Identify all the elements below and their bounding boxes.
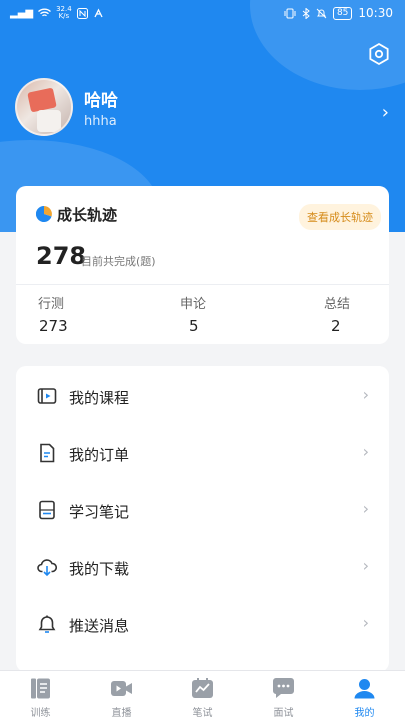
menu-label: 推送消息 — [69, 617, 130, 635]
bottom-tab-bar: 训练 直播 笔试 面试 我的 — [0, 670, 405, 720]
network-speed: 32.4 K/s — [56, 5, 72, 20]
chevron-right-icon: › — [362, 385, 369, 404]
menu-label: 我的下载 — [69, 560, 130, 578]
notes-icon — [39, 500, 55, 520]
chevron-right-icon: › — [362, 442, 369, 461]
settings-icon[interactable] — [367, 42, 391, 66]
tab-label: 训练 — [30, 708, 51, 719]
chevron-right-icon: › — [362, 613, 369, 632]
clock: 10:30 — [358, 6, 393, 20]
battery-indicator: 85 — [332, 6, 353, 20]
menu-item-push-messages[interactable]: 推送消息 › — [16, 595, 389, 652]
tab-written-exam[interactable]: 笔试 — [162, 671, 243, 720]
total-completed: 278 — [36, 242, 87, 270]
stat-label-xingce: 行测 — [38, 297, 65, 312]
nfc-icon — [76, 7, 88, 19]
menu-item-study-notes[interactable]: 学习笔记 › — [16, 481, 389, 538]
divider — [16, 284, 389, 285]
tab-label: 面试 — [273, 708, 294, 719]
menu-label: 学习笔记 — [69, 503, 130, 521]
order-icon — [40, 443, 55, 463]
stat-label-shenlun: 申论 — [180, 297, 207, 312]
total-completed-label: 目前共完成(题) — [81, 255, 156, 268]
tab-live[interactable]: 直播 — [81, 671, 162, 720]
vibrate-icon — [284, 8, 296, 18]
tab-label: 我的 — [354, 708, 375, 719]
growth-title: 成长轨迹 — [57, 206, 118, 224]
written-exam-icon — [192, 678, 213, 698]
user-name: 哈哈 — [84, 91, 118, 111]
stat-value-shenlun: 5 — [189, 317, 199, 335]
menu-card: 我的课程 › 我的订单 › 学习笔记 › 我的下载 › 推送消息 › — [16, 366, 389, 672]
stat-value-xingce: 273 — [39, 317, 68, 335]
profile-icon — [354, 679, 375, 699]
menu-label: 我的课程 — [69, 389, 130, 407]
tab-training[interactable]: 训练 — [0, 671, 81, 720]
profile-chevron-right-icon[interactable]: › — [382, 102, 389, 123]
course-icon — [37, 388, 57, 404]
menu-label: 我的订单 — [69, 446, 130, 464]
signal-icon: ▂▄▆ — [10, 7, 34, 19]
status-bar: ▂▄▆ 32.4 K/s 85 10:30 — [0, 0, 405, 26]
mute-icon — [316, 8, 327, 18]
user-id: hhha — [84, 114, 117, 129]
live-icon — [111, 681, 132, 696]
avatar[interactable] — [15, 78, 73, 136]
stat-value-summary: 2 — [331, 317, 341, 335]
bluetooth-icon — [302, 7, 310, 19]
download-icon — [37, 559, 57, 577]
growth-card: 成长轨迹 查看成长轨迹 278 目前共完成(题) 行测 273 申论 5 总结 … — [16, 186, 389, 344]
interview-icon — [273, 678, 294, 698]
bell-icon — [38, 615, 56, 633]
chevron-right-icon: › — [362, 556, 369, 575]
pie-chart-icon — [36, 206, 52, 222]
view-growth-button[interactable]: 查看成长轨迹 — [299, 204, 381, 230]
menu-item-my-orders[interactable]: 我的订单 › — [16, 424, 389, 481]
chevron-right-icon: › — [362, 499, 369, 518]
tab-label: 直播 — [111, 708, 132, 719]
menu-item-my-courses[interactable]: 我的课程 › — [16, 367, 389, 424]
training-icon — [31, 678, 50, 699]
stat-label-summary: 总结 — [324, 297, 351, 312]
app-notification-icon — [94, 8, 103, 17]
menu-item-my-downloads[interactable]: 我的下载 › — [16, 538, 389, 595]
tab-profile[interactable]: 我的 — [324, 671, 405, 720]
tab-label: 笔试 — [192, 708, 213, 719]
tab-interview[interactable]: 面试 — [243, 671, 324, 720]
wifi-icon — [38, 8, 52, 17]
